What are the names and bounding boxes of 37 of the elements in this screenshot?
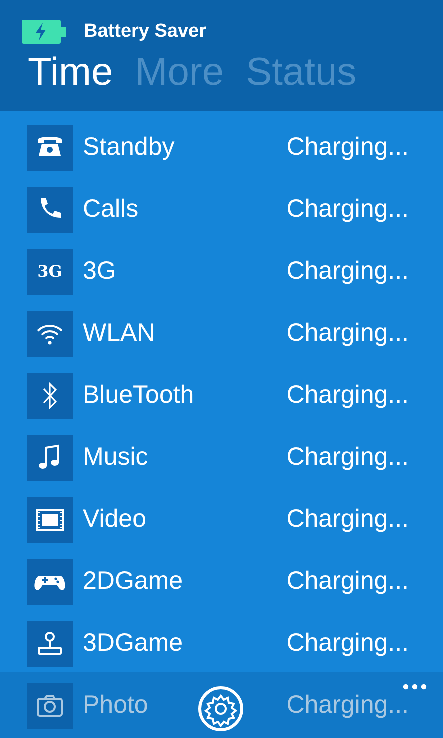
item-label: Video: [83, 504, 146, 536]
status-text: Charging...: [286, 566, 409, 598]
status-text: Charging...: [286, 380, 409, 412]
status-text: Charging...: [286, 318, 409, 350]
item-label: Music: [83, 442, 148, 474]
network-icon: 3G: [27, 249, 73, 295]
item-label: 3DGame: [83, 628, 184, 660]
tab[interactable]: Time: [28, 52, 114, 92]
item-label: 2DGame: [83, 566, 184, 598]
status-text: Charging...: [286, 504, 409, 536]
status-text: Charging...: [286, 690, 409, 722]
bluetooth-icon: [27, 373, 73, 419]
more-icon[interactable]: [403, 684, 427, 690]
item-label: WLAN: [83, 318, 156, 350]
item-label: Standby: [83, 132, 175, 164]
gamepad-icon: [27, 559, 73, 605]
settings-icon[interactable]: [198, 686, 244, 732]
phone-icon: [27, 125, 73, 171]
music-note-icon: [27, 435, 73, 481]
status-text: Charging...: [286, 132, 409, 164]
status-text: Charging...: [286, 628, 409, 660]
status-text: Charging...: [286, 194, 409, 226]
item-label: Photo: [83, 690, 148, 722]
item-label: BlueTooth: [83, 380, 194, 412]
status-text: Charging...: [286, 256, 409, 288]
camera-icon: [27, 683, 73, 729]
wifi-icon: [27, 311, 73, 357]
phone-handset-icon: [27, 187, 73, 233]
item-label: 3G: [83, 256, 116, 288]
status-text: Charging...: [286, 442, 409, 474]
battery-icon: [22, 20, 66, 44]
app-title: Battery Saver: [84, 20, 207, 44]
joystick-icon: [27, 621, 73, 667]
item-label: Calls: [83, 194, 139, 226]
film-icon: [27, 497, 73, 543]
tab[interactable]: Status: [246, 52, 357, 92]
tab[interactable]: More: [135, 52, 224, 92]
